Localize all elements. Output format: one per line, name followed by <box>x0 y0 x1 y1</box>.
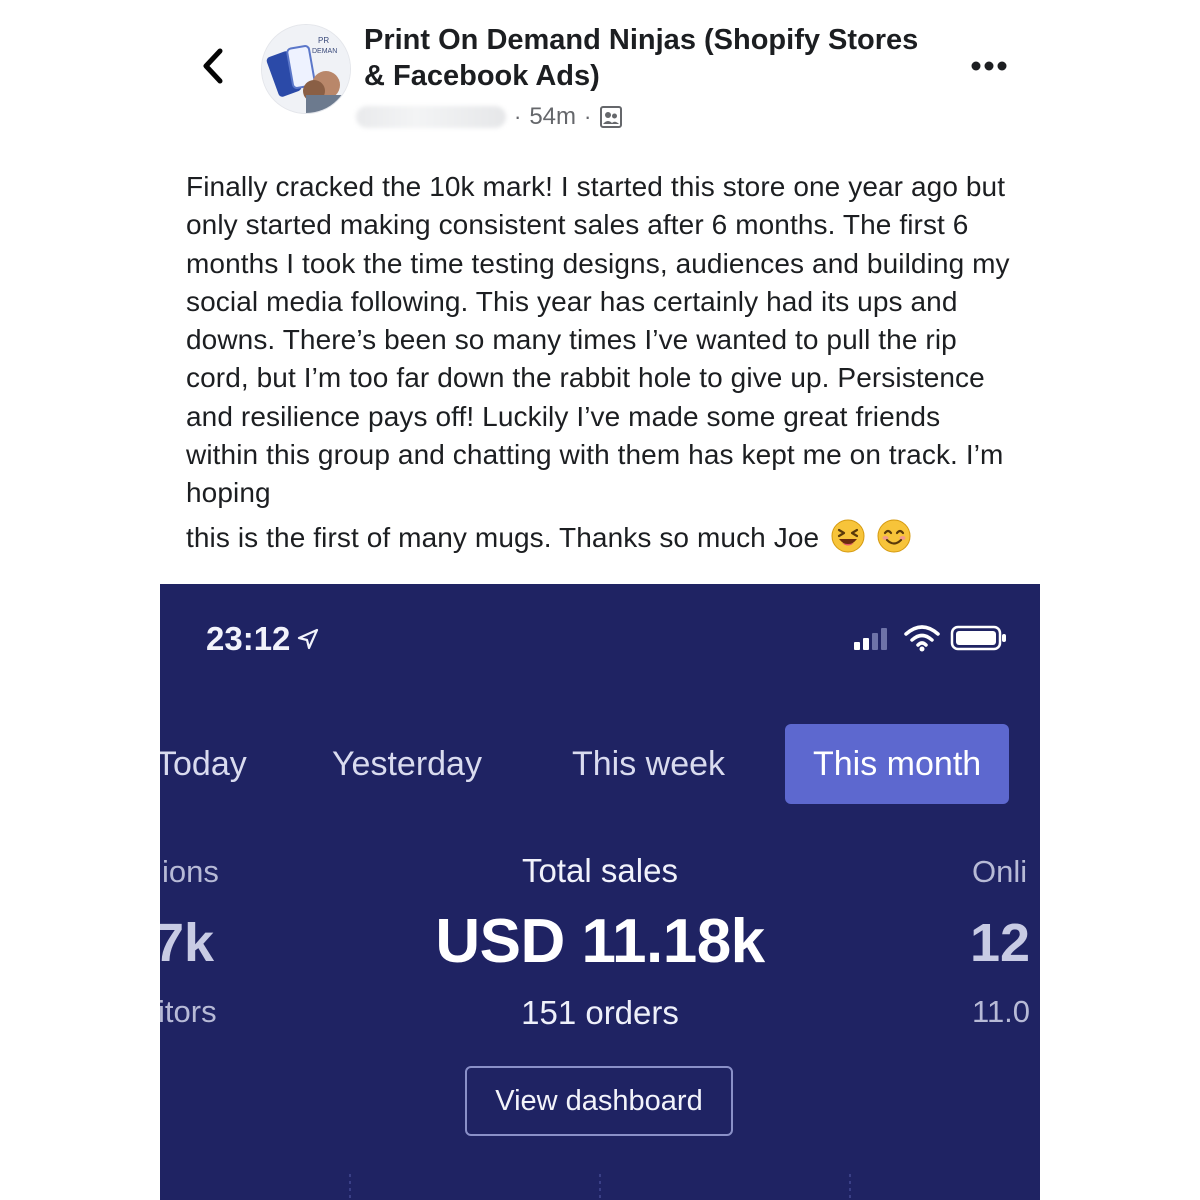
orders-count: 151 orders <box>521 994 679 1031</box>
post-meta: · 54m · <box>356 100 623 134</box>
author-name-blurred[interactable] <box>356 106 506 128</box>
tab-this-week[interactable]: This week <box>572 724 725 804</box>
wifi-icon <box>904 625 940 652</box>
status-icons <box>854 624 1008 652</box>
group-name-link[interactable]: Print On Demand Ninjas (Shopify Stores &… <box>364 22 924 94</box>
smiling-emoji <box>877 519 911 553</box>
status-time: 23:12 <box>206 620 320 658</box>
right-card-sub: 11.0 <box>972 994 1031 1029</box>
location-arrow-icon <box>298 628 319 650</box>
post-body: Finally cracked the 10k mark! I started … <box>186 168 1016 563</box>
laughing-emoji <box>831 519 865 553</box>
post-timestamp[interactable]: 54m <box>529 103 576 131</box>
svg-text:DEMAN: DEMAN <box>312 48 337 55</box>
back-button[interactable] <box>193 44 233 88</box>
tab-this-month[interactable]: This month <box>785 724 1010 804</box>
post-image[interactable]: 23:12 Today Yesterday This week This mon… <box>160 584 1040 1200</box>
total-sales-value: USD 11.18k <box>435 907 765 976</box>
post-body-last-line: this is the first of many mugs. Thanks s… <box>186 521 820 553</box>
tab-yesterday[interactable]: Yesterday <box>332 724 482 804</box>
group-audience-icon <box>600 106 623 128</box>
battery-icon <box>950 625 1006 651</box>
svg-text:PR: PR <box>318 36 329 45</box>
post-body-text: Finally cracked the 10k mark! I started … <box>186 171 1010 509</box>
tab-today[interactable]: Today <box>160 724 247 804</box>
date-range-tabs: Today Yesterday This week This month <box>160 724 1040 806</box>
view-dashboard-button[interactable]: View dashboard <box>465 1066 733 1136</box>
signal-icon <box>854 628 887 650</box>
group-avatar[interactable]: PR DEMAN <box>261 24 351 114</box>
more-options-button[interactable] <box>966 52 1012 80</box>
chart-gridline-ticks <box>349 1174 851 1200</box>
chevron-left-icon <box>203 48 223 84</box>
right-card-label: Onli <box>972 854 1028 889</box>
total-sales-label: Total sales <box>522 852 678 889</box>
more-dots-icon <box>971 61 1007 71</box>
right-card-value: 12 <box>970 913 1031 973</box>
